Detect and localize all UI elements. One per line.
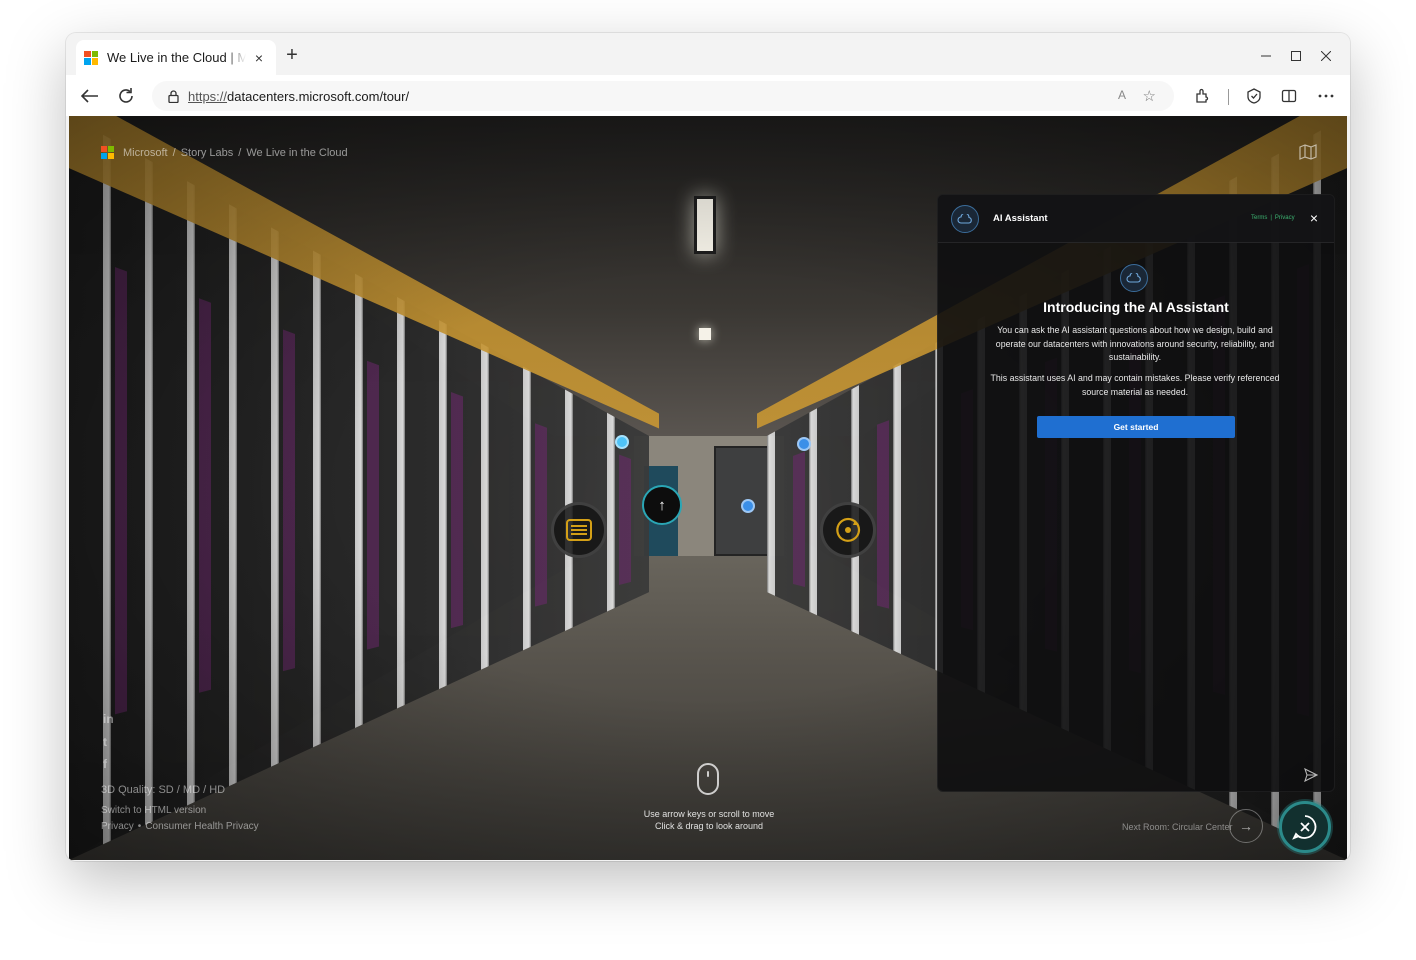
navigation-hint-look: Click & drag to look around — [654, 821, 764, 831]
browser-window: We Live in the Cloud | Microsoft × + htt… — [66, 33, 1350, 861]
privacy-link[interactable]: Privacy — [101, 821, 134, 832]
ai-intro-description: You can ask the AI assistant questions a… — [995, 325, 1275, 362]
ai-panel-links: Terms | Privacy — [1251, 215, 1295, 221]
html-version-link[interactable]: Switch to HTML version — [101, 805, 206, 816]
split-screen-icon[interactable] — [1276, 83, 1302, 109]
rack-list-icon[interactable] — [551, 502, 607, 558]
address-bar[interactable]: https://datacenters.microsoft.com/tour/ … — [152, 81, 1174, 111]
maximize-icon[interactable] — [1285, 45, 1307, 67]
ai-assistant-panel: AI Assistant Terms | Privacy × Introduci… — [937, 194, 1335, 792]
toolbar-divider — [1228, 89, 1229, 105]
privacy-link[interactable]: Privacy — [1275, 215, 1295, 221]
tab-close-icon[interactable]: × — [250, 49, 268, 67]
refresh-icon[interactable] — [113, 83, 139, 109]
read-aloud-icon[interactable]: A — [1118, 88, 1126, 102]
quality-selector[interactable]: 3D Quality: SD / MD / HD — [101, 784, 225, 796]
cloud-avatar-icon — [951, 205, 979, 233]
move-forward-button[interactable]: ↑ — [642, 485, 682, 525]
facebook-icon[interactable]: f — [103, 757, 107, 771]
breadcrumb-separator: / — [172, 146, 176, 159]
browser-essentials-icon[interactable] — [1241, 83, 1267, 109]
tab-title: We Live in the Cloud | Microsoft — [107, 50, 246, 65]
ai-panel-header: AI Assistant Terms | Privacy × — [938, 195, 1334, 243]
links-separator: | — [1270, 215, 1272, 221]
next-room-label: Next Room: Circular Center — [1122, 822, 1233, 832]
mouse-icon — [697, 763, 719, 795]
next-room-button[interactable]: → — [1229, 809, 1263, 843]
hotspot-dot[interactable] — [741, 499, 755, 513]
back-icon[interactable] — [77, 83, 103, 109]
consumer-health-link[interactable]: Consumer Health Privacy — [145, 821, 258, 832]
map-icon[interactable] — [1299, 144, 1317, 160]
breadcrumb-current: We Live in the Cloud — [246, 146, 348, 159]
privacy-links: Privacy • Consumer Health Privacy — [101, 821, 259, 832]
new-tab-button[interactable]: + — [282, 45, 302, 66]
send-icon[interactable] — [1304, 767, 1319, 783]
twitter-icon[interactable]: t — [103, 735, 107, 749]
web-viewport[interactable]: Microsoft / Story Labs / We Live in the … — [69, 116, 1347, 860]
get-started-button[interactable]: Get started — [1037, 416, 1235, 438]
ai-intro-heading: Introducing the AI Assistant — [1043, 299, 1229, 315]
microsoft-favicon-icon — [84, 50, 98, 65]
lock-icon — [166, 89, 180, 103]
breadcrumb: Microsoft / Story Labs / We Live in the … — [101, 146, 348, 159]
extensions-icon[interactable] — [1189, 83, 1215, 109]
url-text: https://datacenters.microsoft.com/tour/ — [188, 88, 410, 104]
terms-link[interactable]: Terms — [1251, 215, 1267, 221]
linkedin-icon[interactable]: in — [103, 712, 114, 726]
hotspot-dot[interactable] — [615, 435, 629, 449]
ai-panel-title: AI Assistant — [993, 213, 1048, 224]
breadcrumb-separator: / — [238, 146, 242, 159]
hotspot-dot[interactable] — [797, 437, 811, 451]
more-options-icon[interactable] — [1313, 83, 1339, 109]
breadcrumb-microsoft[interactable]: Microsoft — [123, 147, 168, 159]
cloud-icon — [1120, 264, 1148, 292]
breadcrumb-story-labs[interactable]: Story Labs — [181, 147, 234, 159]
close-chat-icon[interactable] — [1279, 801, 1331, 853]
close-window-icon[interactable] — [1315, 45, 1337, 67]
tab-bar: We Live in the Cloud | Microsoft × + — [66, 33, 1350, 75]
minimize-icon[interactable] — [1255, 45, 1277, 67]
browser-tab[interactable]: We Live in the Cloud | Microsoft × — [76, 40, 276, 75]
browser-toolbar: https://datacenters.microsoft.com/tour/ … — [66, 75, 1350, 116]
close-icon[interactable]: × — [1306, 210, 1322, 226]
privacy-separator: • — [137, 821, 142, 832]
microsoft-logo-icon — [101, 146, 114, 159]
recycle-icon[interactable] — [820, 502, 876, 558]
navigation-hint-move: Use arrow keys or scroll to move — [643, 809, 775, 819]
ai-disclaimer: This assistant uses AI and may contain m… — [990, 373, 1280, 397]
favorite-star-icon[interactable]: ☆ — [1143, 87, 1156, 105]
